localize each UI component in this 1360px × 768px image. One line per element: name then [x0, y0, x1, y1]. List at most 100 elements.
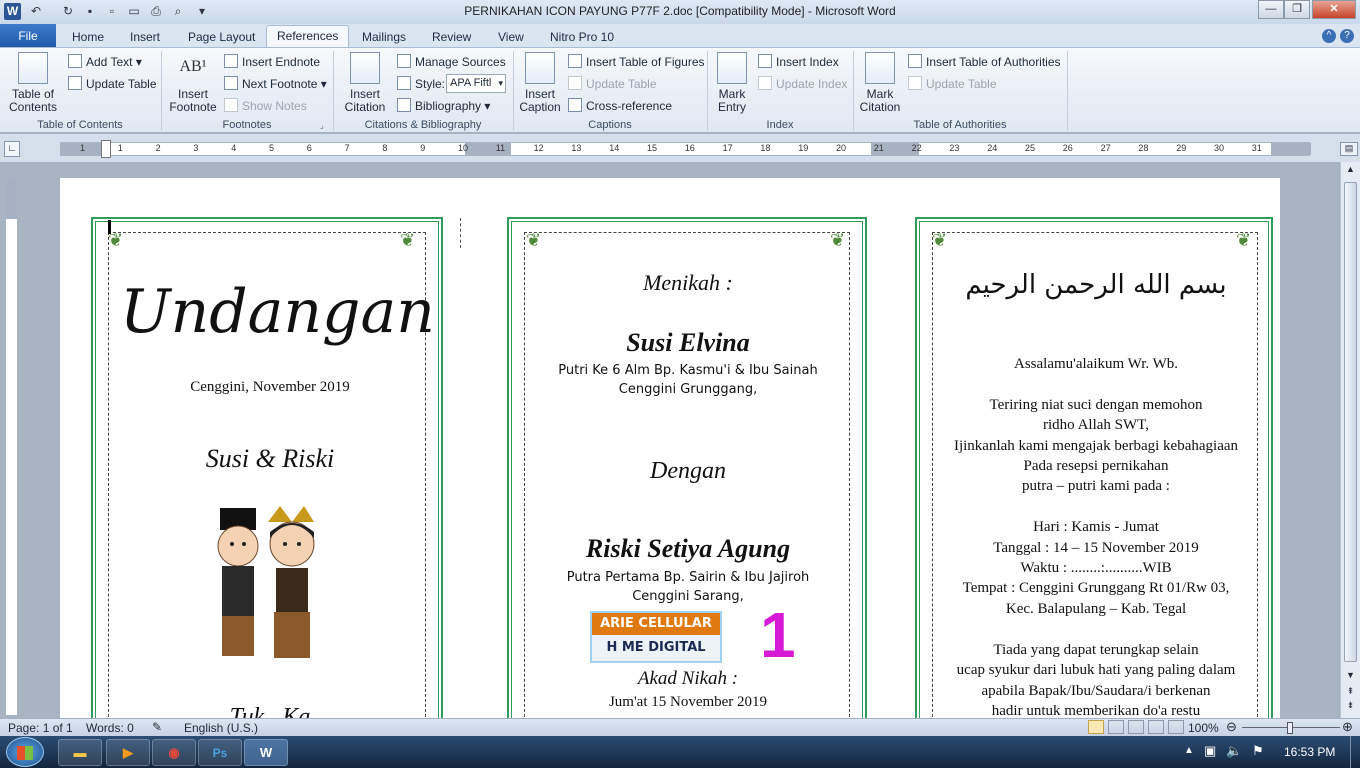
insert-endnote-button[interactable]: Insert Endnote — [224, 54, 320, 70]
zoom-in-icon[interactable]: ⊕ — [1342, 719, 1353, 735]
update-table-button[interactable]: Update Table — [68, 76, 157, 92]
insert-footnote-button[interactable]: AB¹ Insert Footnote — [166, 48, 220, 118]
add-text-button[interactable]: Add Text ▾ — [68, 54, 142, 70]
invitation-line: Assalamu'alaikum Wr. Wb. — [1013, 356, 1179, 372]
toa-update-table-button[interactable]: Update Table — [908, 76, 997, 92]
leaf-ornament-icon: ❦ — [400, 230, 416, 250]
tab-selector-icon[interactable]: ∟ — [4, 141, 20, 157]
network-icon[interactable]: ▣ — [1204, 743, 1216, 759]
clock[interactable]: 16:53 PM — [1284, 745, 1335, 759]
mark-entry-button[interactable]: Mark Entry — [710, 48, 754, 118]
taskbar-explorer-icon[interactable]: ▬ — [58, 739, 102, 766]
scroll-thumb[interactable] — [1344, 182, 1357, 662]
show-notes-button[interactable]: Show Notes — [224, 98, 307, 114]
indent-marker-icon[interactable] — [101, 140, 111, 158]
close-button[interactable]: ✕ — [1312, 0, 1356, 19]
tab-view[interactable]: View — [488, 27, 534, 48]
table-of-contents-button[interactable]: Table of Contents — [2, 48, 64, 118]
captions-update-table-button[interactable]: Update Table — [568, 76, 657, 92]
menikah-heading: Menikah : — [643, 270, 733, 295]
insert-table-of-figures-button[interactable]: Insert Table of Figures — [568, 54, 705, 70]
tab-insert[interactable]: Insert — [120, 27, 170, 48]
bibliography-label: Bibliography — [415, 99, 482, 113]
add-text-label: Add Text — [86, 55, 133, 69]
print-layout-view-icon[interactable] — [1088, 720, 1104, 734]
tab-nitro[interactable]: Nitro Pro 10 — [540, 27, 624, 48]
cross-reference-label: Cross-reference — [586, 99, 673, 113]
full-screen-view-icon[interactable] — [1108, 720, 1124, 734]
cover-title: Undangan — [120, 277, 435, 347]
show-notes-label: Show Notes — [242, 99, 307, 113]
insert-index-button[interactable]: Insert Index — [758, 54, 839, 70]
update-index-button[interactable]: Update Index — [758, 76, 847, 92]
document-page[interactable]: ❦ ❦ Undangan Cenggini, November 2019 Sus… — [60, 178, 1280, 739]
next-page-icon[interactable]: ⇟ — [1344, 700, 1357, 712]
tab-page-layout[interactable]: Page Layout — [178, 27, 265, 48]
mark-citation-button[interactable]: Mark Citation — [856, 48, 904, 118]
maximize-button[interactable]: ❐ — [1284, 0, 1310, 19]
invitation-line: Tempat : Cenggini Grunggang Rt 01/Rw 03, — [962, 580, 1230, 597]
language[interactable]: English (U.S.) — [184, 721, 258, 735]
bibliography-button[interactable]: Bibliography ▾ — [397, 98, 490, 114]
proofing-icon[interactable]: ✎ — [152, 720, 162, 734]
start-button[interactable] — [6, 737, 44, 767]
tab-file[interactable]: File — [0, 24, 56, 48]
ruler-number: 21 — [873, 143, 884, 153]
insert-citation-button[interactable]: Insert Citation — [338, 48, 392, 118]
outline-view-icon[interactable] — [1148, 720, 1164, 734]
captions-update-table-label: Update Table — [586, 77, 657, 91]
show-desktop-button[interactable] — [1350, 736, 1360, 768]
next-footnote-button[interactable]: Next Footnote ▾ — [224, 76, 327, 92]
scroll-down-icon[interactable]: ▼ — [1344, 670, 1357, 682]
taskbar-photoshop-icon[interactable]: Ps — [198, 739, 242, 766]
show-hidden-icons[interactable]: ▲ — [1184, 745, 1194, 756]
tab-review[interactable]: Review — [422, 27, 481, 48]
word-count[interactable]: Words: 0 — [86, 721, 134, 735]
view-ruler-icon[interactable]: ▤ — [1340, 142, 1358, 156]
insert-table-of-authorities-button[interactable]: Insert Table of Authorities — [908, 54, 1061, 70]
zoom-level[interactable]: 100% — [1188, 721, 1219, 735]
previous-page-icon[interactable]: ⇞ — [1344, 686, 1357, 698]
ruler-number: 6 — [306, 143, 312, 153]
web-layout-view-icon[interactable] — [1128, 720, 1144, 734]
zoom-out-icon[interactable]: ⊖ — [1226, 719, 1237, 735]
action-center-icon[interactable]: ⚑ — [1252, 743, 1264, 759]
chevron-down-icon: ▾ — [498, 78, 503, 88]
cover-couple-names: Susi & Riski — [205, 444, 335, 473]
manage-sources-button[interactable]: Manage Sources — [397, 54, 506, 70]
taskbar-media-player-icon[interactable]: ▶ — [106, 739, 150, 766]
cross-reference-button[interactable]: Cross-reference — [568, 98, 672, 114]
ruler-number: 9 — [420, 143, 426, 153]
vertical-scrollbar[interactable]: ▲ ▼ ⇞ ⇟ — [1340, 162, 1360, 718]
ribbon: Table of Contents Add Text ▾ Update Tabl… — [0, 47, 1360, 133]
groom-parents: Putra Pertama Bp. Sairin & Ibu Jajiroh — [566, 570, 810, 585]
taskbar-chrome-icon[interactable]: ◉ — [152, 739, 196, 766]
zoom-slider-thumb[interactable] — [1287, 722, 1293, 734]
insert-caption-button[interactable]: Insert Caption — [516, 48, 564, 118]
vertical-ruler[interactable] — [5, 178, 18, 716]
minimize-ribbon-icon[interactable]: ^ — [1322, 29, 1336, 43]
tab-home[interactable]: Home — [62, 27, 114, 48]
ruler-number: 17 — [722, 143, 733, 153]
taskbar-word-icon[interactable]: W — [244, 739, 288, 766]
scroll-up-icon[interactable]: ▲ — [1344, 164, 1357, 176]
insert-endnote-label: Insert Endnote — [242, 55, 321, 69]
akad-heading: Akad Nikah : — [637, 668, 739, 689]
ruler-number: 1 — [117, 143, 123, 153]
help-icon[interactable]: ? — [1340, 29, 1354, 43]
tab-mailings[interactable]: Mailings — [352, 27, 416, 48]
minimize-button[interactable]: — — [1258, 0, 1284, 19]
leaf-ornament-icon: ❦ — [830, 230, 846, 250]
citation-style-select[interactable]: APA Fiftl ▾ — [446, 74, 506, 93]
next-footnote-icon — [224, 76, 238, 90]
basmalah: بسم الله الرحمن الرحيم — [965, 270, 1227, 300]
dialog-launcher-icon[interactable]: ⌟ — [320, 121, 324, 130]
group-label-captions: Captions — [588, 119, 632, 131]
draft-view-icon[interactable] — [1168, 720, 1184, 734]
group-label-index: Index — [766, 119, 794, 131]
page-count[interactable]: Page: 1 of 1 — [8, 721, 73, 735]
tab-references[interactable]: References — [266, 25, 350, 48]
volume-icon[interactable]: 🔈 — [1226, 743, 1242, 759]
ruler-number: 15 — [647, 143, 658, 153]
ruler-number: 16 — [684, 143, 695, 153]
